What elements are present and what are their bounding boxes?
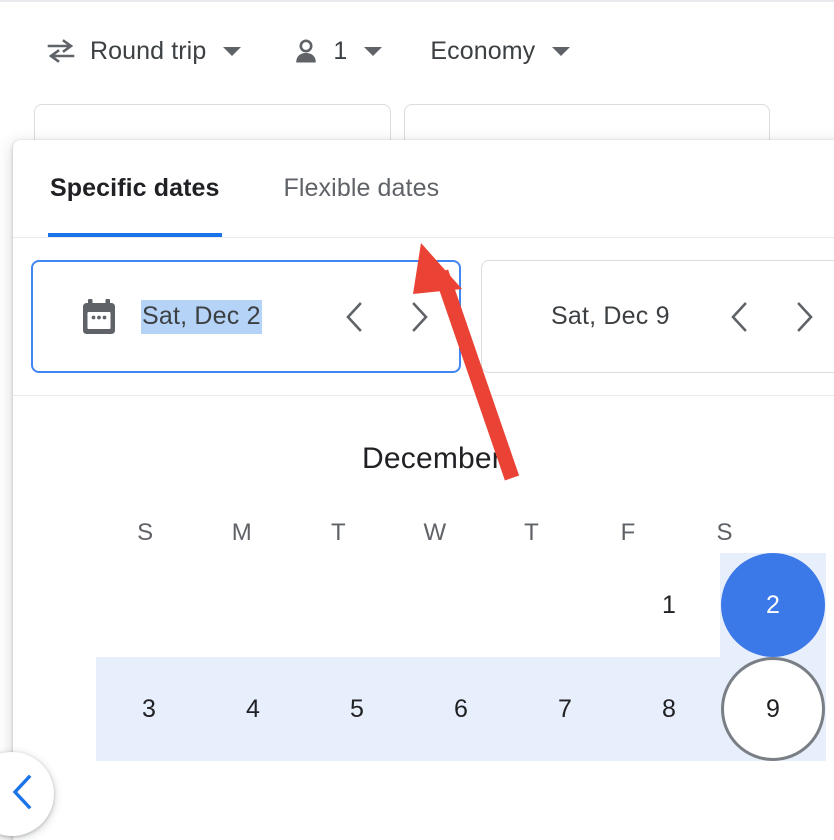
cabin-class-selector[interactable]: Economy (430, 31, 571, 71)
calendar-month-title: December (362, 442, 502, 475)
calendar-day-6[interactable]: 6 (408, 657, 514, 761)
trip-type-selector[interactable]: Round trip (46, 31, 242, 71)
calendar-weekday-4: T (524, 519, 540, 546)
chevron-down-icon[interactable] (223, 46, 242, 56)
chevron-down-icon[interactable] (552, 46, 571, 56)
return-date-field[interactable]: Sat, Dec 9 (481, 260, 834, 373)
passenger-count-label: 1 (333, 36, 348, 65)
calendar-days-grid: 12 3456789 (96, 553, 826, 761)
tab-specific-dates-label: Specific dates (50, 174, 220, 202)
calendar-day-empty (201, 553, 305, 657)
tab-specific-dates[interactable]: Specific dates (48, 140, 222, 237)
calendar-day-empty (305, 553, 409, 657)
calendar-day-number[interactable]: 3 (97, 657, 201, 761)
calendar-weekday-header: SMTWTFS (97, 476, 773, 553)
calendar-day-number[interactable]: 2 (721, 553, 825, 657)
calendar-icon (81, 298, 117, 336)
calendar-day-number[interactable]: 8 (617, 657, 721, 761)
date-fields-row: Sat, Dec 2 Sat, Dec 9 (13, 238, 834, 396)
calendar-day-number (513, 553, 617, 657)
calendar-day-number[interactable]: 6 (409, 657, 513, 761)
calendar-day-7[interactable]: 7 (512, 657, 618, 761)
calendar-day-4[interactable]: 4 (200, 657, 306, 761)
return-next-day-button[interactable] (782, 295, 826, 339)
calendar-day-number[interactable]: 1 (617, 553, 721, 657)
calendar-day-number[interactable]: 5 (305, 657, 409, 761)
calendar-day-number (305, 553, 409, 657)
search-options-toolbar: Round trip 1 Economy (0, 22, 571, 80)
calendar-day-1[interactable]: 1 (617, 553, 721, 657)
tab-flexible-dates[interactable]: Flexible dates (282, 140, 442, 237)
chevron-left-icon (0, 773, 38, 816)
calendar-weekday-3: W (423, 519, 447, 546)
cabin-class-label: Economy (430, 36, 536, 65)
calendar-weekday-6: S (716, 519, 733, 546)
person-icon (293, 37, 319, 65)
calendar-day-number[interactable]: 9 (721, 657, 825, 761)
departure-prev-day-button[interactable] (333, 295, 377, 339)
date-picker-dialog: Specific dates Flexible dates Sat, Dec 2 (13, 140, 834, 840)
calendar-day-8[interactable]: 8 (616, 657, 722, 761)
calendar-weekday-5: F (620, 519, 636, 546)
calendar-day-number (409, 553, 513, 657)
calendar-weekday-0: S (137, 519, 154, 546)
date-mode-tabs: Specific dates Flexible dates (13, 140, 834, 238)
return-date-value[interactable]: Sat, Dec 9 (551, 302, 670, 331)
calendar-day-9[interactable]: 9 (720, 657, 826, 761)
chevron-down-icon[interactable] (364, 46, 383, 56)
calendar-day-number[interactable]: 4 (201, 657, 305, 761)
departure-date-field[interactable]: Sat, Dec 2 (31, 260, 461, 373)
passenger-count-selector[interactable]: 1 (293, 31, 383, 71)
return-prev-day-button[interactable] (718, 295, 762, 339)
top-divider (0, 0, 834, 2)
calendar-day-number[interactable]: 7 (513, 657, 617, 761)
calendar-day-5[interactable]: 5 (304, 657, 410, 761)
trip-type-label: Round trip (90, 36, 207, 65)
calendar-weekday-2: T (330, 519, 346, 546)
calendar-day-number (201, 553, 305, 657)
calendar-weekday-1: M (231, 519, 252, 546)
departure-next-day-button[interactable] (397, 295, 441, 339)
calendar-day-2[interactable]: 2 (720, 553, 826, 657)
departure-date-value[interactable]: Sat, Dec 2 (141, 299, 262, 334)
calendar-day-empty (97, 553, 201, 657)
calendar-day-3[interactable]: 3 (96, 657, 202, 761)
tab-flexible-dates-label: Flexible dates (283, 174, 440, 202)
calendar-day-number (97, 553, 201, 657)
calendar-day-empty (513, 553, 617, 657)
calendar-day-empty (409, 553, 513, 657)
calendar-panel: December S M T W T F S 12 3456789 (13, 396, 834, 761)
swap-horizontal-icon (46, 38, 76, 64)
